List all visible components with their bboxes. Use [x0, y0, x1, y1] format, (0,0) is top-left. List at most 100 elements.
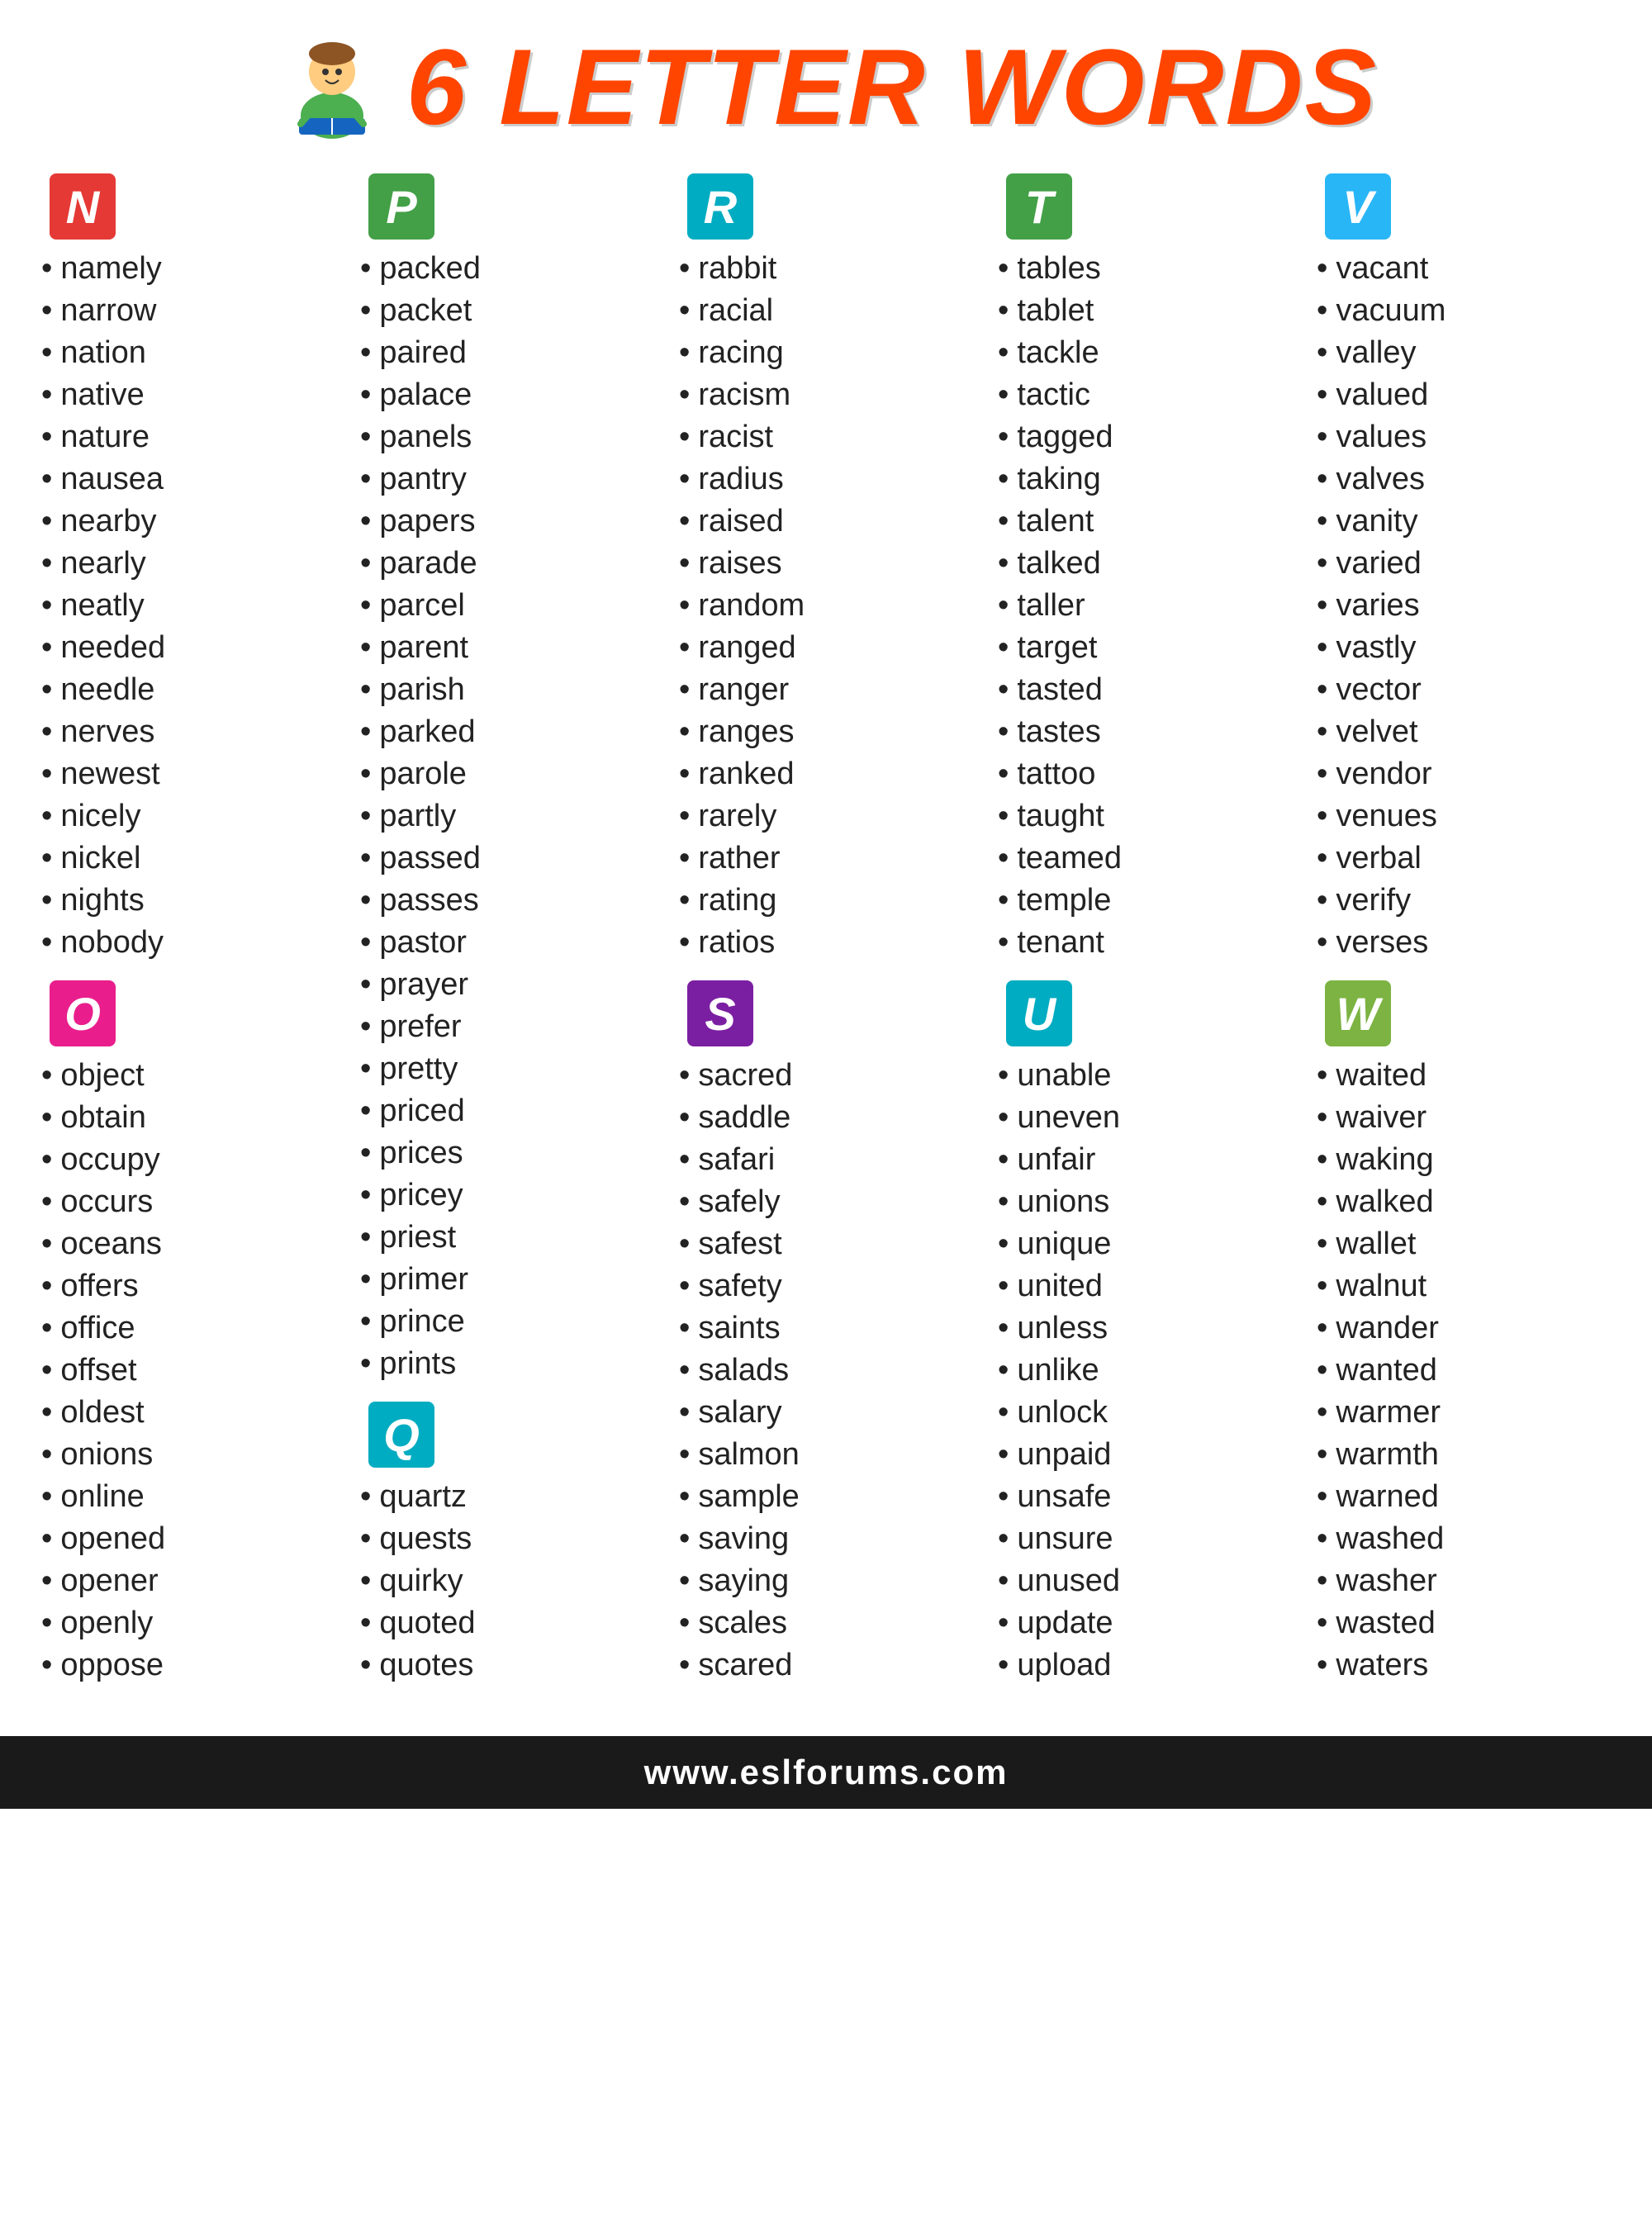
- list-item: panels: [360, 416, 654, 458]
- list-item: nation: [41, 332, 335, 374]
- list-item: vacuum: [1317, 290, 1611, 332]
- list-item: uneven: [998, 1097, 1292, 1139]
- list-item: unless: [998, 1307, 1292, 1350]
- list-item: occurs: [41, 1181, 335, 1223]
- list-item: ranges: [679, 711, 973, 753]
- kid-reading-icon: [274, 29, 390, 145]
- list-item: verify: [1317, 880, 1611, 922]
- list-item: tattoo: [998, 753, 1292, 795]
- column: Rrabbitracialracingracismracistradiusrai…: [671, 173, 981, 1703]
- letter-badge-u: U: [1006, 980, 1072, 1046]
- letter-label-w: W: [1336, 987, 1380, 1041]
- list-item: palace: [360, 374, 654, 416]
- list-item: tables: [998, 248, 1292, 290]
- list-item: ranger: [679, 669, 973, 711]
- list-item: unlock: [998, 1392, 1292, 1434]
- word-list-t: tablestablettackletactictaggedtakingtale…: [998, 248, 1292, 964]
- list-item: unsafe: [998, 1476, 1292, 1518]
- section-p: Ppackedpacketpairedpalacepanelspantrypap…: [352, 173, 662, 1402]
- list-item: occupy: [41, 1139, 335, 1181]
- list-item: taught: [998, 795, 1292, 837]
- list-item: salmon: [679, 1434, 973, 1476]
- list-item: velvet: [1317, 711, 1611, 753]
- list-item: pretty: [360, 1048, 654, 1090]
- page-wrapper: 6 LETTER WORDS Nnamelynarrownationnative…: [0, 0, 1652, 1809]
- list-item: nausea: [41, 458, 335, 501]
- list-item: united: [998, 1265, 1292, 1307]
- list-item: obtain: [41, 1097, 335, 1139]
- list-item: ranked: [679, 753, 973, 795]
- list-item: tenant: [998, 922, 1292, 964]
- list-item: prayer: [360, 964, 654, 1006]
- list-item: tablet: [998, 290, 1292, 332]
- section-n: Nnamelynarrownationnativenaturenauseanea…: [33, 173, 344, 980]
- list-item: wallet: [1317, 1223, 1611, 1265]
- list-item: nerves: [41, 711, 335, 753]
- column: Ppackedpacketpairedpalacepanelspantrypap…: [352, 173, 662, 1703]
- list-item: wander: [1317, 1307, 1611, 1350]
- list-item: prints: [360, 1343, 654, 1385]
- list-item: washed: [1317, 1518, 1611, 1560]
- list-item: pastor: [360, 922, 654, 964]
- letter-label-t: T: [1025, 180, 1053, 234]
- list-item: teamed: [998, 837, 1292, 880]
- list-item: rarely: [679, 795, 973, 837]
- list-item: nights: [41, 880, 335, 922]
- list-item: passes: [360, 880, 654, 922]
- list-item: safest: [679, 1223, 973, 1265]
- list-item: prefer: [360, 1006, 654, 1048]
- list-item: rabbit: [679, 248, 973, 290]
- column: Vvacantvacuumvalleyvaluedvaluesvalvesvan…: [1308, 173, 1619, 1703]
- list-item: scales: [679, 1602, 973, 1644]
- word-list-n: namelynarrownationnativenaturenauseanear…: [41, 248, 335, 964]
- list-item: upload: [998, 1644, 1292, 1687]
- list-item: parked: [360, 711, 654, 753]
- list-item: nature: [41, 416, 335, 458]
- list-item: temple: [998, 880, 1292, 922]
- list-item: quotes: [360, 1644, 654, 1687]
- list-item: washer: [1317, 1560, 1611, 1602]
- letter-badge-q: Q: [368, 1402, 434, 1468]
- section-q: Qquartzquestsquirkyquotedquotes: [352, 1402, 662, 1703]
- list-item: vacant: [1317, 248, 1611, 290]
- section-r: Rrabbitracialracingracismracistradiusrai…: [671, 173, 981, 980]
- list-item: ratios: [679, 922, 973, 964]
- list-item: opener: [41, 1560, 335, 1602]
- list-item: racist: [679, 416, 973, 458]
- letter-badge-v: V: [1325, 173, 1391, 240]
- list-item: unique: [998, 1223, 1292, 1265]
- list-item: ranged: [679, 627, 973, 669]
- letter-label-n: N: [66, 180, 99, 234]
- list-item: racing: [679, 332, 973, 374]
- list-item: racial: [679, 290, 973, 332]
- list-item: packet: [360, 290, 654, 332]
- list-item: talked: [998, 543, 1292, 585]
- list-item: oldest: [41, 1392, 335, 1434]
- list-item: saying: [679, 1560, 973, 1602]
- list-item: unpaid: [998, 1434, 1292, 1476]
- list-item: online: [41, 1476, 335, 1518]
- list-item: parcel: [360, 585, 654, 627]
- list-item: vastly: [1317, 627, 1611, 669]
- list-item: verbal: [1317, 837, 1611, 880]
- list-item: nobody: [41, 922, 335, 964]
- letter-label-s: S: [705, 987, 735, 1041]
- list-item: unable: [998, 1055, 1292, 1097]
- list-item: waiver: [1317, 1097, 1611, 1139]
- list-item: unfair: [998, 1139, 1292, 1181]
- list-item: quirky: [360, 1560, 654, 1602]
- section-w: Wwaitedwaiverwakingwalkedwalletwalnutwan…: [1308, 980, 1619, 1703]
- letter-badge-n: N: [50, 173, 116, 240]
- letter-badge-o: O: [50, 980, 116, 1046]
- list-item: neatly: [41, 585, 335, 627]
- list-item: partly: [360, 795, 654, 837]
- list-item: needed: [41, 627, 335, 669]
- column: Nnamelynarrownationnativenaturenauseanea…: [33, 173, 344, 1703]
- list-item: waited: [1317, 1055, 1611, 1097]
- list-item: verses: [1317, 922, 1611, 964]
- list-item: quoted: [360, 1602, 654, 1644]
- word-list-w: waitedwaiverwakingwalkedwalletwalnutwand…: [1317, 1055, 1611, 1687]
- list-item: wasted: [1317, 1602, 1611, 1644]
- list-item: talent: [998, 501, 1292, 543]
- list-item: paired: [360, 332, 654, 374]
